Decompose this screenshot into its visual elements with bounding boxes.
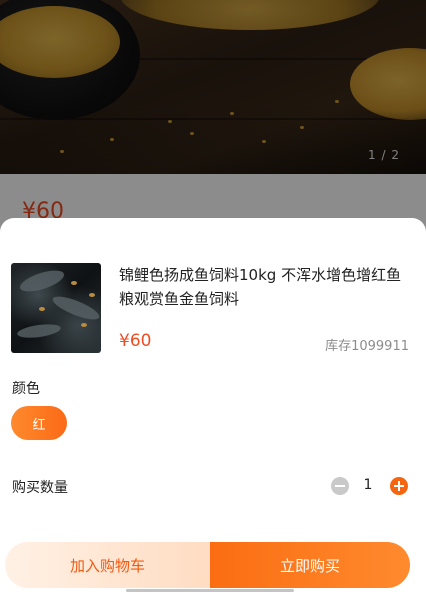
product-price: ¥60: [119, 331, 152, 351]
buy-now-button[interactable]: 立即购买: [210, 542, 410, 588]
sku-bottom-sheet: 锦鲤色扬成鱼饲料10kg 不浑水增色增红鱼粮观赏鱼金鱼饲料 ¥60 库存1099…: [0, 218, 426, 592]
color-section-label: 颜色: [12, 381, 40, 397]
pellet-shape: [89, 293, 95, 297]
quantity-value[interactable]: 1: [361, 477, 375, 493]
color-option-red[interactable]: 红: [11, 406, 67, 440]
pellet-shape: [71, 281, 77, 285]
stock-count: 库存1099911: [325, 339, 409, 354]
pellet-shape: [39, 307, 45, 311]
add-to-cart-button[interactable]: 加入购物车: [5, 542, 210, 588]
pellet-shape: [81, 323, 87, 327]
fish-shape: [50, 292, 101, 324]
product-detail-page: 1 / 2 ¥60 锦鲤色扬成鱼饲料10kg 不浑水增色增红鱼粮观赏鱼金鱼饲料 …: [0, 0, 426, 592]
plus-icon[interactable]: [390, 477, 408, 495]
fish-shape: [16, 321, 62, 341]
quantity-label: 购买数量: [12, 480, 68, 496]
product-thumbnail: [11, 263, 101, 353]
fish-shape: [17, 266, 67, 296]
product-title: 锦鲤色扬成鱼饲料10kg 不浑水增色增红鱼粮观赏鱼金鱼饲料: [119, 266, 402, 308]
minus-icon[interactable]: [331, 477, 349, 495]
